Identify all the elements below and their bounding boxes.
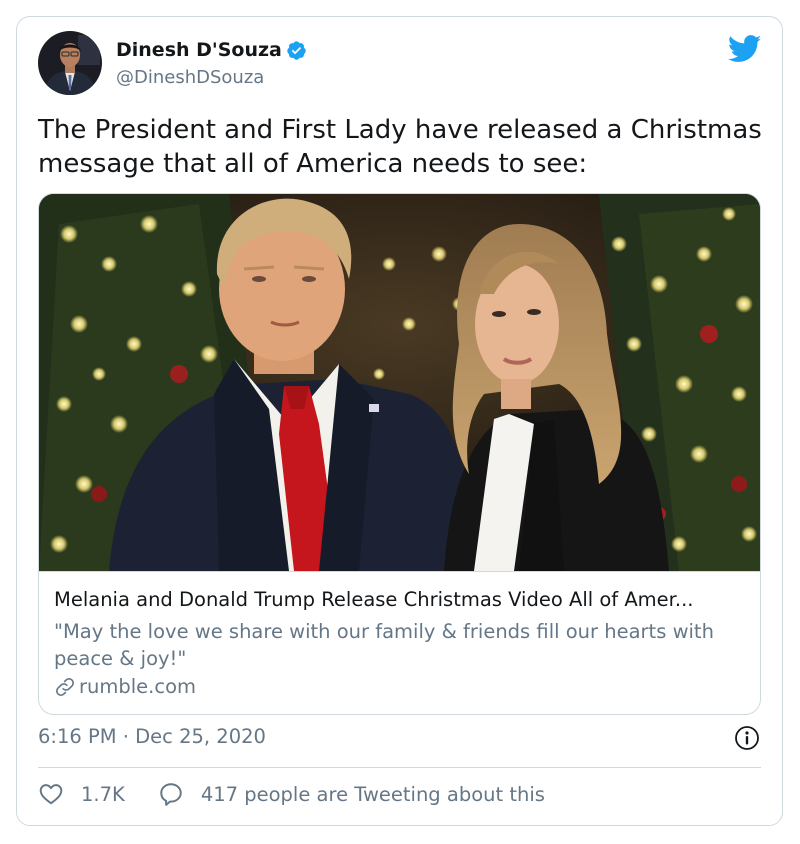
tweet-text: The President and First Lady have releas…	[38, 115, 762, 179]
tweeting-about-count[interactable]: 417 people are Tweeting about this	[201, 783, 545, 806]
link-preview-domain[interactable]: rumble.com	[79, 675, 196, 698]
author-name[interactable]: Dinesh D'Souza	[116, 39, 282, 61]
link-icon	[56, 677, 74, 696]
reply-bubble-icon[interactable]	[158, 781, 184, 807]
heart-icon[interactable]	[38, 781, 64, 807]
link-preview-domain-row[interactable]: rumble.com	[54, 675, 196, 698]
verified-badge-icon	[287, 40, 306, 60]
link-preview-meta[interactable]: Melania and Donald Trump Release Christm…	[39, 571, 760, 714]
twitter-bird-icon[interactable]	[728, 35, 762, 63]
tweet-timestamp[interactable]: 6:16 PM · Dec 25, 2020	[38, 725, 266, 748]
author-handle[interactable]: @DineshDSouza	[116, 67, 264, 88]
avatar[interactable]	[38, 31, 102, 95]
info-icon[interactable]	[734, 725, 760, 751]
tweet-card[interactable]: Dinesh D'Souza @DineshDSouza The Preside…	[16, 16, 783, 826]
like-count[interactable]: 1.7K	[81, 783, 125, 806]
divider	[38, 767, 761, 768]
engagement-bar: 1.7K 417 people are Tweeting about this	[38, 781, 545, 807]
link-preview-image[interactable]	[39, 194, 760, 571]
link-preview-title[interactable]: Melania and Donald Trump Release Christm…	[54, 588, 754, 611]
author-row[interactable]: Dinesh D'Souza	[116, 39, 307, 61]
link-preview-card[interactable]: Melania and Donald Trump Release Christm…	[38, 193, 761, 715]
link-preview-description: "May the love we share with our family &…	[54, 620, 714, 670]
